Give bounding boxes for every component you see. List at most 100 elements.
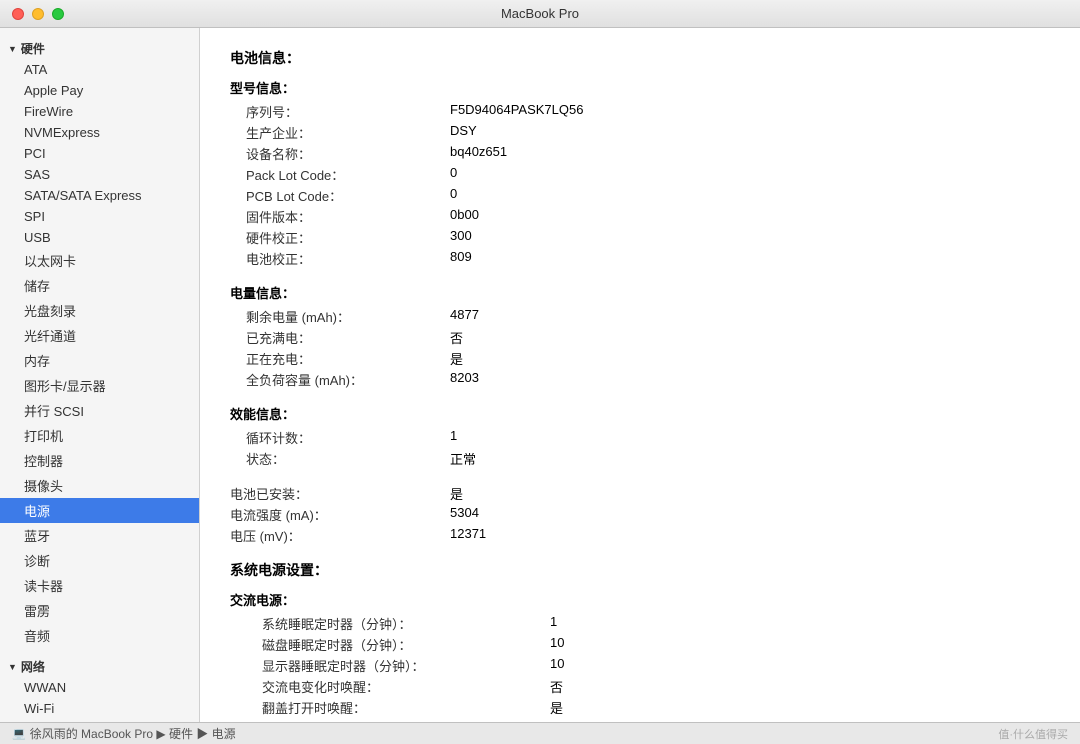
performance-section-title: 效能信息： — [230, 404, 1050, 423]
title-bar: MacBook Pro — [0, 0, 1080, 28]
charge-table: 剩余电量 (mAh)：4877已充满电：否正在充电：是全负荷容量 (mAh)：8… — [230, 306, 1050, 390]
table-row: 已充满电：否 — [230, 327, 1050, 348]
row-value: 0 — [450, 185, 1050, 206]
table-row: PCB Lot Code：0 — [230, 185, 1050, 206]
sidebar-item-USB[interactable]: USB — [0, 227, 199, 248]
row-value: 1 — [450, 427, 1050, 448]
table-row: 系统睡眠定时器（分钟）：1 — [230, 613, 1050, 634]
sidebar-item-Apple Pay[interactable]: Apple Pay — [0, 80, 199, 101]
minimize-button[interactable] — [32, 8, 44, 20]
ac-title: 交流电源： — [230, 590, 1050, 609]
table-row: 电压 (mV)：12371 — [230, 525, 1050, 546]
window-controls — [12, 8, 64, 20]
table-row: 硬件校正：300 — [230, 227, 1050, 248]
sidebar-item-摄像头[interactable]: 摄像头 — [0, 473, 199, 498]
row-value: 是 — [450, 348, 1050, 369]
table-row: 生产企业：DSY — [230, 122, 1050, 143]
sidebar-item-雷雳[interactable]: 雷雳 — [0, 598, 199, 623]
row-label: 已充满电： — [230, 327, 450, 348]
row-value: F5D94064PASK7LQ56 — [450, 101, 1050, 122]
triangle-icon-network: ▼ — [8, 662, 17, 672]
content-area: 电池信息： 型号信息： 序列号：F5D94064PASK7LQ56生产企业：DS… — [200, 28, 1080, 722]
watermark: 值·什么值得买 — [998, 726, 1068, 742]
sidebar-item-光纤通道[interactable]: 光纤通道 — [0, 323, 199, 348]
row-value: 809 — [450, 248, 1050, 269]
row-label: 状态： — [230, 448, 450, 469]
table-row: 翻盖打开时唤醒：是 — [230, 697, 1050, 718]
sidebar-item-并行 SCSI[interactable]: 并行 SCSI — [0, 398, 199, 423]
sidebar-item-WWAN[interactable]: WWAN — [0, 677, 199, 698]
power-settings-title: 系统电源设置： — [230, 560, 1050, 580]
sidebar-item-内存[interactable]: 内存 — [0, 348, 199, 373]
model-info-block: 型号信息： 序列号：F5D94064PASK7LQ56生产企业：DSY设备名称：… — [230, 78, 1050, 269]
window-title: MacBook Pro — [501, 6, 579, 21]
row-label: 翻盖打开时唤醒： — [230, 697, 550, 718]
main-area: ▼ 硬件 ATAApple PayFireWireNVMExpressPCISA… — [0, 28, 1080, 722]
sidebar-item-蓝牙[interactable]: 蓝牙 — [0, 523, 199, 548]
sidebar: ▼ 硬件 ATAApple PayFireWireNVMExpressPCISA… — [0, 28, 200, 722]
row-label: 磁盘睡眠定时器（分钟）： — [230, 634, 550, 655]
sidebar-item-Wi-Fi[interactable]: Wi-Fi — [0, 698, 199, 719]
table-row: 固件版本：0b00 — [230, 206, 1050, 227]
sidebar-item-读卡器[interactable]: 读卡器 — [0, 573, 199, 598]
row-label: 生产企业： — [230, 122, 450, 143]
row-value: bq40z651 — [450, 143, 1050, 164]
sidebar-item-打印机[interactable]: 打印机 — [0, 423, 199, 448]
row-value: 正常 — [450, 448, 1050, 469]
row-value: 否 — [550, 676, 1050, 697]
row-label: 电池校正： — [230, 248, 450, 269]
breadcrumb-text: 徐风雨的 MacBook Pro ▶ 硬件 ▶ 电源 — [30, 725, 236, 742]
maximize-button[interactable] — [52, 8, 64, 20]
ac-section: 交流电源： 系统睡眠定时器（分钟）：1磁盘睡眠定时器（分钟）：10显示器睡眠定时… — [230, 590, 1050, 722]
table-row: 设备名称：bq40z651 — [230, 143, 1050, 164]
table-row: 剩余电量 (mAh)：4877 — [230, 306, 1050, 327]
sidebar-item-诊断[interactable]: 诊断 — [0, 548, 199, 573]
performance-table: 循环计数：1状态：正常 — [230, 427, 1050, 469]
table-row: 循环计数：1 — [230, 427, 1050, 448]
row-value: 12371 — [450, 525, 1050, 546]
row-label: PCB Lot Code： — [230, 185, 450, 206]
sidebar-item-SAS[interactable]: SAS — [0, 164, 199, 185]
table-row: 序列号：F5D94064PASK7LQ56 — [230, 101, 1050, 122]
row-value: 是 — [550, 697, 1050, 718]
table-row: 电流强度 (mA)：5304 — [230, 504, 1050, 525]
close-button[interactable] — [12, 8, 24, 20]
sidebar-item-音频[interactable]: 音频 — [0, 623, 199, 648]
sidebar-item-光盘刻录[interactable]: 光盘刻录 — [0, 298, 199, 323]
row-value: 否 — [450, 327, 1050, 348]
table-row: 显示器睡眠定时器（分钟）：10 — [230, 655, 1050, 676]
sidebar-network-label: 网络 — [21, 658, 45, 675]
row-label: 全负荷容量 (mAh)： — [230, 369, 450, 390]
sidebar-item-控制器[interactable]: 控制器 — [0, 448, 199, 473]
sidebar-hardware-header: ▼ 硬件 — [0, 36, 199, 59]
sidebar-item-FireWire[interactable]: FireWire — [0, 101, 199, 122]
battery-title: 电池信息： — [230, 48, 1050, 68]
row-label: 系统睡眠定时器（分钟）： — [230, 613, 550, 634]
row-value: 300 — [450, 227, 1050, 248]
row-label: Pack Lot Code： — [230, 164, 450, 185]
row-value: 4877 — [450, 306, 1050, 327]
row-label: 固件版本： — [230, 206, 450, 227]
row-label: 硬件校正： — [230, 227, 450, 248]
row-value: 8203 — [450, 369, 1050, 390]
sidebar-item-SATA/SATA Express[interactable]: SATA/SATA Express — [0, 185, 199, 206]
breadcrumb: 💻 徐风雨的 MacBook Pro ▶ 硬件 ▶ 电源 — [12, 725, 236, 742]
sidebar-item-图形卡/显示器[interactable]: 图形卡/显示器 — [0, 373, 199, 398]
sidebar-item-以太网卡[interactable]: 以太网卡 — [0, 248, 199, 273]
row-label: 交流电变化时唤醒： — [230, 676, 550, 697]
sidebar-item-储存[interactable]: 储存 — [0, 273, 199, 298]
sidebar-item-NVMExpress[interactable]: NVMExpress — [0, 122, 199, 143]
charge-info-block: 电量信息： 剩余电量 (mAh)：4877已充满电：否正在充电：是全负荷容量 (… — [230, 283, 1050, 390]
sidebar-item-电源[interactable]: 电源 — [0, 498, 199, 523]
performance-info-block: 效能信息： 循环计数：1状态：正常 — [230, 404, 1050, 469]
breadcrumb-icon: 💻 — [12, 727, 26, 740]
extra-table: 电池已安装：是电流强度 (mA)：5304电压 (mV)：12371 — [230, 483, 1050, 546]
row-value: 0b00 — [450, 206, 1050, 227]
row-label: 电流强度 (mA)： — [230, 504, 450, 525]
sidebar-item-PCI[interactable]: PCI — [0, 143, 199, 164]
sidebar-hardware-label: 硬件 — [21, 40, 45, 57]
sidebar-item-SPI[interactable]: SPI — [0, 206, 199, 227]
table-row: 状态：正常 — [230, 448, 1050, 469]
sidebar-item-ATA[interactable]: ATA — [0, 59, 199, 80]
model-section-title: 型号信息： — [230, 78, 1050, 97]
